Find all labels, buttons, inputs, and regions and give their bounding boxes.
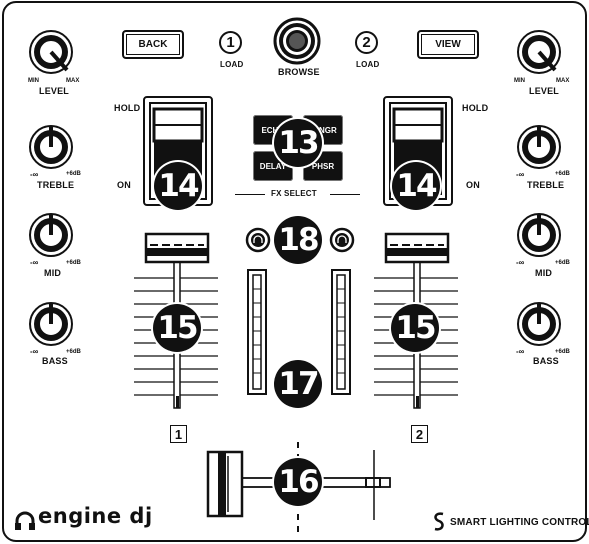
callout-17-text: 17	[278, 366, 319, 402]
treble-label-left: TREBLE	[37, 180, 75, 190]
load-2-label: LOAD	[356, 60, 380, 69]
load-1-num: 1	[226, 34, 235, 51]
callout-13: 13	[274, 119, 322, 167]
treble-max-left: +6dB	[66, 171, 81, 177]
mid-min-right: -∞	[516, 258, 525, 267]
fx-delay-label: DELAY	[259, 161, 287, 171]
load-deck-1-button[interactable]: 1	[219, 31, 242, 54]
treble-min-left: -∞	[30, 170, 39, 179]
level-knob-left[interactable]	[27, 28, 75, 76]
callout-15-right-text: 15	[395, 310, 436, 346]
bass-min-left: -∞	[30, 347, 39, 356]
bass-knob-left[interactable]	[27, 300, 75, 348]
level-meter-right	[331, 269, 351, 395]
level-label-left: LEVEL	[39, 86, 70, 96]
fx-select-label: FX SELECT	[271, 189, 317, 198]
back-label: BACK	[138, 39, 168, 50]
brand-wordmark: engine dj	[38, 504, 153, 528]
fx-phaser-label: PHSR	[311, 161, 335, 171]
callout-13-text: 13	[278, 125, 319, 161]
mid-knob-left[interactable]	[27, 211, 75, 259]
mid-label-left: MID	[44, 268, 62, 278]
callout-15-left: 15	[153, 304, 201, 352]
mid-min-left: -∞	[30, 258, 39, 267]
soundswitch-icon	[434, 512, 444, 531]
bass-max-left: +6dB	[66, 349, 81, 355]
bass-label-left: BASS	[42, 356, 68, 366]
channel-1-number: 1	[170, 425, 187, 443]
hold-label-left: HOLD	[114, 103, 141, 113]
load-deck-2-button[interactable]: 2	[355, 31, 378, 54]
callout-17: 17	[274, 360, 322, 408]
level-min-left: MIN	[28, 78, 39, 84]
mid-max-right: +6dB	[555, 260, 570, 266]
callout-18-text: 18	[278, 222, 319, 258]
back-button[interactable]: BACK	[122, 30, 184, 59]
callout-15-right: 15	[391, 304, 439, 352]
bass-max-right: +6dB	[555, 349, 570, 355]
bass-label-right: BASS	[533, 356, 559, 366]
mid-knob-right[interactable]	[515, 211, 563, 259]
view-label: VIEW	[435, 39, 461, 50]
fx-select-rule-left	[235, 194, 265, 195]
callout-14-left-text: 14	[158, 168, 199, 204]
callout-16-text: 16	[278, 464, 319, 500]
load-1-label: LOAD	[220, 60, 244, 69]
engine-dj-logo-icon	[15, 511, 35, 530]
level-knob-right[interactable]	[515, 28, 563, 76]
level-label-right: LEVEL	[529, 86, 560, 96]
load-2-num: 2	[362, 34, 371, 51]
cue-button-right[interactable]	[329, 227, 355, 253]
treble-max-right: +6dB	[555, 171, 570, 177]
treble-knob-right[interactable]	[515, 123, 563, 171]
channel-2-number: 2	[411, 425, 428, 443]
browse-knob[interactable]	[272, 16, 322, 66]
level-max-left: MAX	[66, 78, 80, 84]
callout-14-left: 14	[154, 162, 202, 210]
hold-label-right: HOLD	[462, 103, 489, 113]
mid-max-left: +6dB	[66, 260, 81, 266]
view-button[interactable]: VIEW	[417, 30, 479, 59]
on-label-left: ON	[117, 180, 131, 190]
channel-1-text: 1	[174, 426, 183, 442]
fx-select-rule-right	[330, 194, 360, 195]
callout-14-right: 14	[392, 162, 440, 210]
callout-18: 18	[274, 216, 322, 264]
callout-16: 16	[274, 458, 322, 506]
treble-label-right: TREBLE	[527, 180, 565, 190]
mid-label-right: MID	[535, 268, 553, 278]
channel-2-text: 2	[415, 426, 424, 442]
on-label-right: ON	[466, 180, 480, 190]
bass-min-right: -∞	[516, 347, 525, 356]
treble-min-right: -∞	[516, 170, 525, 179]
level-min-right: MIN	[514, 78, 525, 84]
callout-14-right-text: 14	[396, 168, 437, 204]
smart-lighting-label: SMART LIGHTING CONTROL	[450, 517, 589, 528]
browse-label: BROWSE	[278, 67, 320, 77]
level-max-right: MAX	[556, 78, 570, 84]
level-meter-left	[247, 269, 267, 395]
cue-button-left[interactable]	[245, 227, 271, 253]
bass-knob-right[interactable]	[515, 300, 563, 348]
callout-15-left-text: 15	[157, 310, 198, 346]
treble-knob-left[interactable]	[27, 123, 75, 171]
